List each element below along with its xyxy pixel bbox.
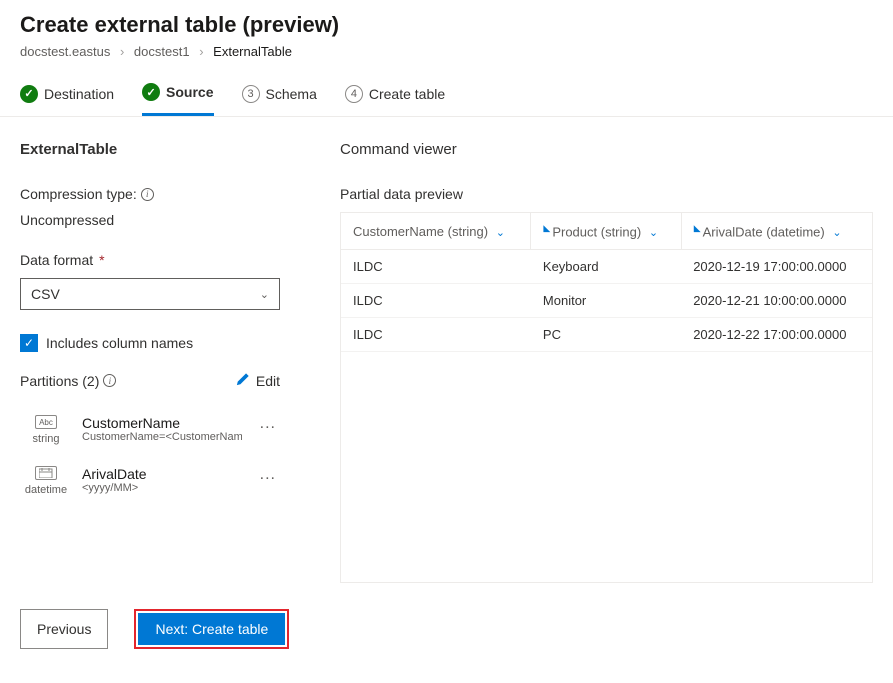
step-number-icon: 3 <box>242 85 260 103</box>
page-title: Create external table (preview) <box>20 12 873 38</box>
page-header: Create external table (preview) docstest… <box>0 0 893 67</box>
breadcrumb-item-current: ExternalTable <box>213 44 292 59</box>
step-destination[interactable]: ✓ Destination <box>20 83 114 116</box>
right-panel: Command viewer Partial data preview Cust… <box>340 141 873 583</box>
pencil-icon <box>236 372 250 389</box>
cell: ILDC <box>341 318 531 352</box>
info-icon[interactable]: i <box>103 374 116 387</box>
wizard-steps: ✓ Destination ✓ Source 3 Schema 4 Create… <box>0 67 893 117</box>
command-viewer-heading: Command viewer <box>340 141 873 158</box>
step-create-table[interactable]: 4 Create table <box>345 83 445 116</box>
string-type-icon: Abc <box>35 415 57 429</box>
partition-type: datetime <box>25 484 67 496</box>
info-icon[interactable]: i <box>141 188 154 201</box>
partition-pattern: <yyyy/MM> <box>82 482 147 494</box>
table-name-heading: ExternalTable <box>20 141 300 158</box>
chevron-down-icon: ⌄ <box>260 288 269 301</box>
step-label: Source <box>166 84 213 100</box>
includes-column-names-checkbox[interactable]: ✓ Includes column names <box>20 334 300 352</box>
more-icon[interactable]: ... <box>260 415 276 433</box>
required-asterisk: * <box>99 252 104 268</box>
compression-type-label: Compression type: i <box>20 186 300 202</box>
data-format-label: Data format* <box>20 252 300 268</box>
sort-icon: ◣ <box>694 223 701 233</box>
step-schema[interactable]: 3 Schema <box>242 83 317 116</box>
partition-item: datetime ArivalDate <yyyy/MM> ... <box>20 458 280 509</box>
breadcrumb: docstest.eastus › docstest1 › ExternalTa… <box>20 44 873 59</box>
chevron-down-icon: ⌄ <box>496 227 505 239</box>
select-value: CSV <box>31 286 60 302</box>
step-label: Destination <box>44 86 114 102</box>
partition-name: ArivalDate <box>82 466 147 482</box>
preview-heading: Partial data preview <box>340 186 873 202</box>
cell: 2020-12-21 10:00:00.0000 <box>681 284 872 318</box>
sort-icon: ◣ <box>543 223 550 233</box>
cell: PC <box>531 318 681 352</box>
cell: ILDC <box>341 284 531 318</box>
checkbox-label: Includes column names <box>46 335 193 351</box>
cell: ILDC <box>341 250 531 284</box>
data-format-select[interactable]: CSV ⌄ <box>20 278 280 310</box>
datetime-type-icon <box>35 466 57 480</box>
column-header[interactable]: CustomerName (string) ⌄ <box>341 213 531 250</box>
cell: 2020-12-22 17:00:00.0000 <box>681 318 872 352</box>
partitions-label: Partitions (2) i <box>20 373 116 389</box>
next-button[interactable]: Next: Create table <box>138 613 285 645</box>
column-header[interactable]: ◣Product (string) ⌄ <box>531 213 681 250</box>
chevron-down-icon: ⌄ <box>832 227 841 239</box>
wizard-footer: Previous Next: Create table <box>0 595 893 667</box>
compression-type-value: Uncompressed <box>20 212 300 228</box>
partition-pattern: CustomerName=<CustomerNam <box>82 431 242 443</box>
edit-label: Edit <box>256 373 280 389</box>
column-header[interactable]: ◣ArivalDate (datetime) ⌄ <box>681 213 872 250</box>
check-icon: ✓ <box>142 83 160 101</box>
cell: 2020-12-19 17:00:00.0000 <box>681 250 872 284</box>
breadcrumb-item[interactable]: docstest1 <box>134 44 190 59</box>
data-preview-table: CustomerName (string) ⌄ ◣Product (string… <box>340 212 873 583</box>
more-icon[interactable]: ... <box>260 466 276 484</box>
step-number-icon: 4 <box>345 85 363 103</box>
breadcrumb-item[interactable]: docstest.eastus <box>20 44 110 59</box>
step-label: Create table <box>369 86 445 102</box>
cell: Monitor <box>531 284 681 318</box>
step-source[interactable]: ✓ Source <box>142 83 213 116</box>
cell: Keyboard <box>531 250 681 284</box>
previous-button[interactable]: Previous <box>20 609 108 649</box>
edit-partitions-button[interactable]: Edit <box>236 372 280 389</box>
chevron-right-icon: › <box>199 44 203 59</box>
table-row: ILDC Monitor 2020-12-21 10:00:00.0000 <box>341 284 872 318</box>
partition-item: Abc string CustomerName CustomerName=<Cu… <box>20 407 280 458</box>
check-icon: ✓ <box>20 85 38 103</box>
table-row: ILDC Keyboard 2020-12-19 17:00:00.0000 <box>341 250 872 284</box>
highlight-box: Next: Create table <box>134 609 289 649</box>
chevron-right-icon: › <box>120 44 124 59</box>
step-label: Schema <box>266 86 317 102</box>
check-icon: ✓ <box>20 334 38 352</box>
table-row: ILDC PC 2020-12-22 17:00:00.0000 <box>341 318 872 352</box>
chevron-down-icon: ⌄ <box>649 227 658 239</box>
partition-type: string <box>33 433 60 445</box>
left-panel: ExternalTable Compression type: i Uncomp… <box>20 141 300 583</box>
partition-name: CustomerName <box>82 415 242 431</box>
